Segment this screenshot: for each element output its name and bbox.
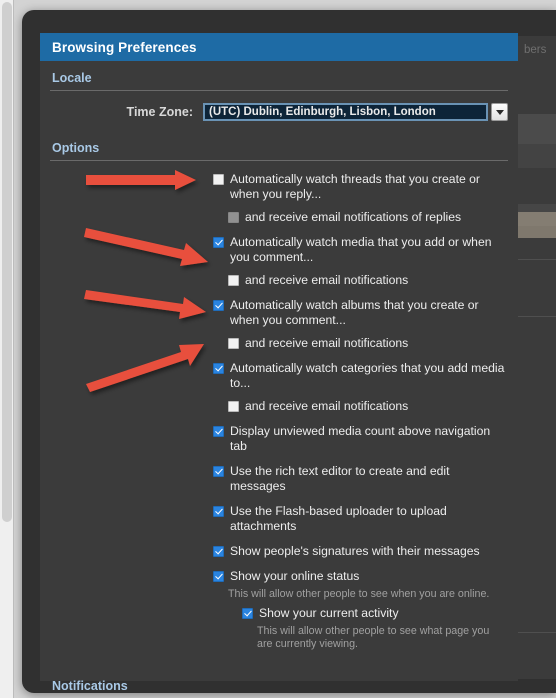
online-status-hint: This will allow other people to see when…	[228, 588, 490, 600]
option-label: Use the rich text editor to create and e…	[230, 464, 450, 493]
section-heading-locale: Locale	[50, 61, 508, 91]
option-label: Automatically watch albums that you crea…	[230, 298, 479, 327]
checkbox-watch-media[interactable]	[213, 237, 224, 248]
option-watch-media-email[interactable]: and receive email notifications	[50, 271, 508, 290]
dialog-title-bar: Browsing Preferences	[40, 33, 518, 61]
option-rich-text-editor[interactable]: Use the rich text editor to create and e…	[50, 462, 508, 496]
checkbox-watch-categories[interactable]	[213, 363, 224, 374]
option-show-signatures[interactable]: Show people's signatures with their mess…	[50, 542, 508, 561]
option-watch-albums[interactable]: Automatically watch albums that you crea…	[50, 296, 508, 330]
option-show-current-activity[interactable]: Show your current activity	[50, 604, 508, 623]
option-watch-categories[interactable]: Automatically watch categories that you …	[50, 359, 508, 393]
section-heading-notifications: Notifications	[50, 669, 508, 698]
option-label: Show your current activity	[259, 606, 399, 620]
option-label: and receive email notifications of repli…	[245, 210, 462, 224]
checkbox-display-unviewed-count[interactable]	[213, 426, 224, 437]
option-flash-uploader[interactable]: Use the Flash-based uploader to upload a…	[50, 502, 508, 536]
current-activity-hint: This will allow other people to see what…	[257, 625, 490, 650]
option-display-unviewed-count[interactable]: Display unviewed media count above navig…	[50, 422, 508, 456]
timezone-row: Time Zone: (UTC) Dublin, Edinburgh, Lisb…	[50, 91, 508, 131]
checkbox-watch-media-email[interactable]	[228, 275, 239, 286]
option-label: and receive email notifications	[245, 273, 409, 287]
page-root: 25 Resourc bers ome Recent New Spy Popul…	[0, 0, 556, 698]
dialog-body: Locale Time Zone: (UTC) Dublin, Edinburg…	[40, 61, 518, 698]
option-label: Display unviewed media count above navig…	[230, 424, 491, 453]
checkbox-watch-albums[interactable]	[213, 300, 224, 311]
timezone-select-value[interactable]: (UTC) Dublin, Edinburgh, Lisbon, London	[203, 103, 488, 121]
option-watch-threads-email: and receive email notifications of repli…	[50, 208, 508, 227]
checkbox-watch-categories-email[interactable]	[228, 401, 239, 412]
option-label: Automatically watch media that you add o…	[230, 235, 492, 264]
checkbox-watch-threads[interactable]	[213, 174, 224, 185]
checkbox-show-online-status[interactable]	[213, 571, 224, 582]
option-label: Automatically watch threads that you cre…	[230, 172, 480, 201]
scrollbar-thumb[interactable]	[2, 2, 12, 522]
option-show-online-status[interactable]: Show your online status	[50, 567, 508, 586]
checkbox-rich-text-editor[interactable]	[213, 466, 224, 477]
option-watch-threads[interactable]: Automatically watch threads that you cre…	[50, 170, 508, 204]
checkbox-show-signatures[interactable]	[213, 546, 224, 557]
option-label: Automatically watch categories that you …	[230, 361, 505, 390]
dialog-title: Browsing Preferences	[52, 39, 197, 55]
option-label: Use the Flash-based uploader to upload a…	[230, 504, 447, 533]
option-label: Show your online status	[230, 569, 360, 583]
option-watch-media[interactable]: Automatically watch media that you add o…	[50, 233, 508, 267]
background-topbar-link-members[interactable]: bers	[524, 44, 546, 56]
options-list: Automatically watch threads that you cre…	[50, 161, 508, 657]
checkbox-watch-threads-email	[228, 212, 239, 223]
browsing-preferences-dialog: Browsing Preferences Locale Time Zone: (…	[40, 33, 518, 693]
option-label: Show people's signatures with their mess…	[230, 544, 480, 558]
option-watch-albums-email[interactable]: and receive email notifications	[50, 334, 508, 353]
timezone-select[interactable]: (UTC) Dublin, Edinburgh, Lisbon, London	[203, 103, 508, 121]
page-scrollbar[interactable]	[0, 0, 14, 698]
option-watch-categories-email[interactable]: and receive email notifications	[50, 397, 508, 416]
background-banner-accent	[512, 212, 556, 238]
chevron-down-icon[interactable]	[491, 103, 508, 121]
checkbox-flash-uploader[interactable]	[213, 506, 224, 517]
checkbox-watch-albums-email[interactable]	[228, 338, 239, 349]
timezone-label: Time Zone:	[126, 105, 193, 119]
section-heading-options: Options	[50, 131, 508, 161]
option-label: and receive email notifications	[245, 336, 409, 350]
option-label: and receive email notifications	[245, 399, 409, 413]
checkbox-show-current-activity[interactable]	[242, 608, 253, 619]
